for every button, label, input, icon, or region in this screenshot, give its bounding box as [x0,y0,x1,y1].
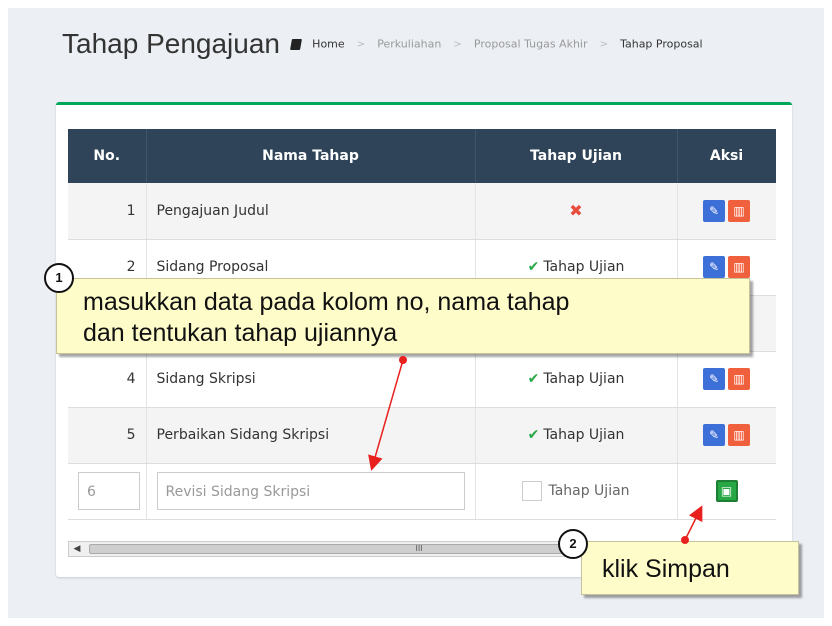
arrow-origin-dot [399,356,407,364]
annotation-arrows [368,356,703,544]
arrow-to-nama-input [368,359,404,471]
arrow-to-save [684,505,703,541]
arrow-origin-dot [681,536,689,544]
